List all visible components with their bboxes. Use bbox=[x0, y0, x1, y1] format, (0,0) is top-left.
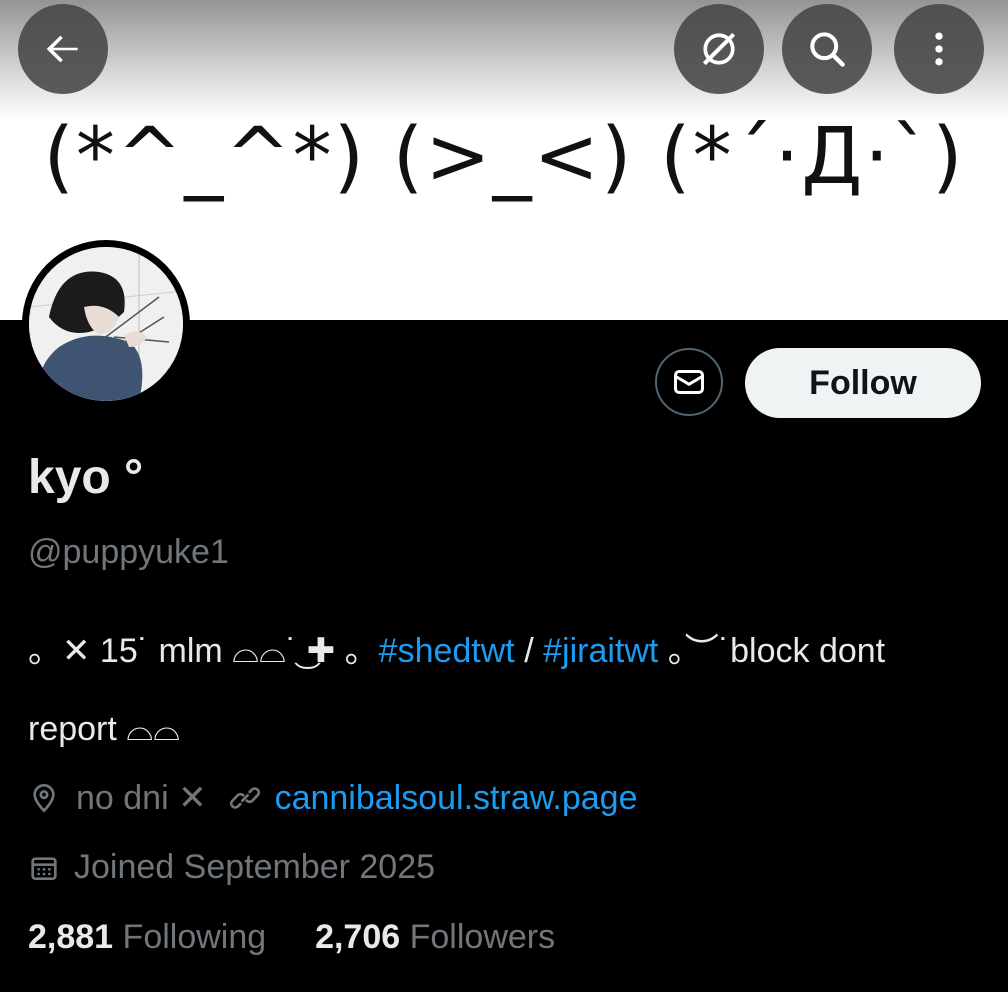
joined-date: Joined September 2025 bbox=[74, 848, 436, 886]
profile-meta-row: no dni ✕ cannibalsoul.straw.page bbox=[28, 778, 638, 818]
calendar-icon bbox=[31, 856, 57, 880]
profile-bio: 。✕ 15˙ mlm ⌓⌓˙͜ ✚ 。#shedtwt / #jiraitwt … bbox=[28, 612, 978, 768]
user-handle: @puppyuke1 bbox=[28, 533, 229, 571]
following-label: Following bbox=[122, 918, 267, 956]
arrow-left-icon bbox=[46, 35, 78, 63]
back-button[interactable] bbox=[18, 4, 108, 94]
location-text: no dni ✕ bbox=[76, 779, 207, 817]
more-vertical-icon bbox=[935, 32, 943, 66]
following-count: 2,881 bbox=[28, 918, 114, 956]
follow-stats: 2,881 Following 2,706 Followers bbox=[28, 918, 555, 957]
following-link[interactable]: 2,881 Following bbox=[28, 918, 266, 956]
message-button[interactable] bbox=[655, 348, 723, 416]
avatar-image bbox=[29, 247, 183, 401]
grok-button[interactable] bbox=[674, 4, 764, 94]
joined-row: Joined September 2025 bbox=[28, 848, 435, 887]
envelope-icon bbox=[674, 370, 704, 394]
banner-emoticons: (*^_^*) (>_<) (*´·Д·`) bbox=[43, 112, 965, 202]
followers-label: Followers bbox=[409, 918, 556, 956]
followers-link[interactable]: 2,706 Followers bbox=[315, 918, 555, 956]
hashtag-link[interactable]: #shedtwt bbox=[379, 632, 515, 670]
search-icon bbox=[810, 32, 845, 67]
website-link[interactable]: cannibalsoul.straw.page bbox=[275, 779, 638, 818]
hashtag-link[interactable]: #jiraitwt bbox=[543, 632, 658, 670]
bio-text-start: 。✕ 15˙ mlm ⌓⌓˙͜ ✚ 。 bbox=[28, 632, 379, 670]
profile-avatar[interactable] bbox=[22, 240, 190, 408]
link-icon bbox=[229, 787, 260, 809]
bio-separator: / bbox=[514, 632, 544, 670]
follow-button[interactable]: Follow bbox=[745, 348, 981, 418]
location-pin-icon bbox=[33, 783, 55, 813]
search-button[interactable] bbox=[782, 4, 872, 94]
followers-count: 2,706 bbox=[315, 918, 401, 956]
more-button[interactable] bbox=[894, 4, 984, 94]
grok-icon bbox=[702, 32, 736, 66]
display-name: kyo ° bbox=[28, 451, 144, 504]
